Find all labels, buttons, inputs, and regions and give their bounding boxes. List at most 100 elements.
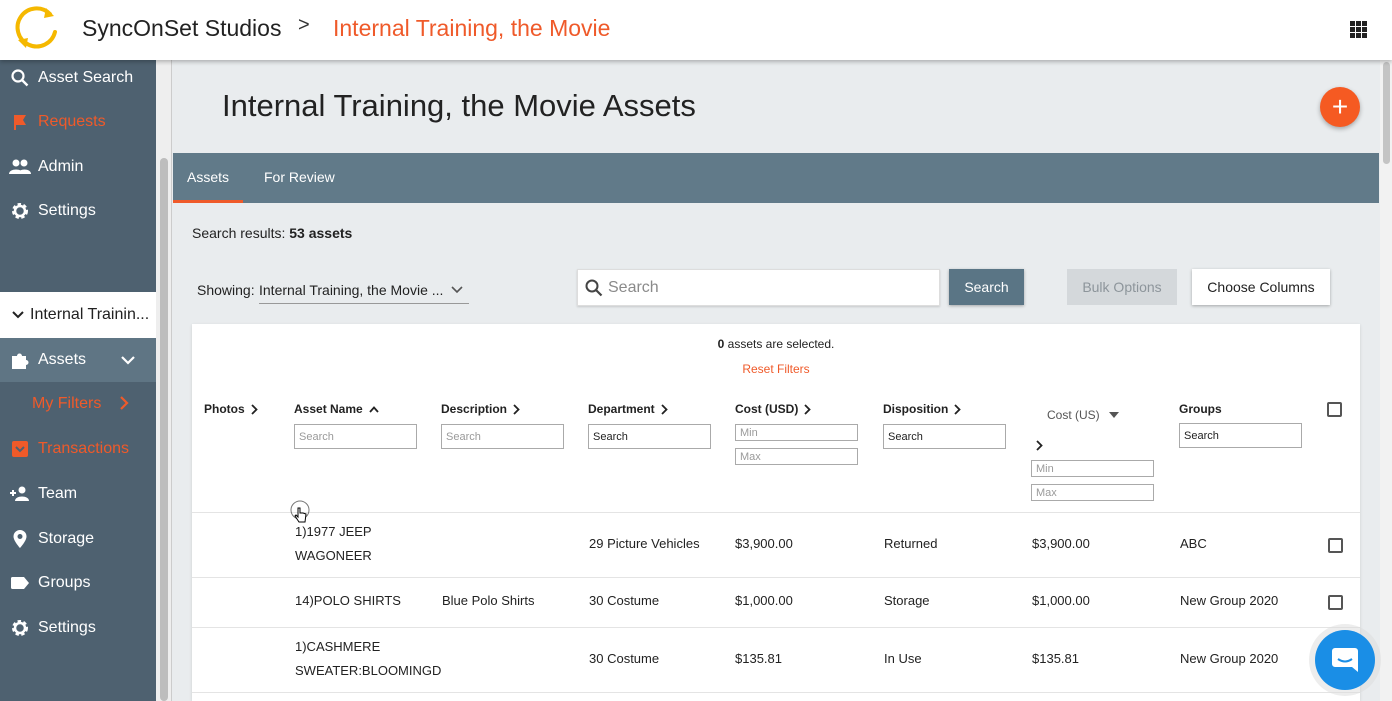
top-bar: SyncOnSet Studios > Internal Training, t… [0, 0, 1392, 60]
tab-assets[interactable]: Assets [173, 153, 244, 203]
column-label: Description [441, 402, 508, 416]
choose-columns-button[interactable]: Choose Columns [1192, 269, 1330, 305]
sidebar-item-team[interactable]: Team [0, 472, 156, 516]
showing-label: Showing: [197, 282, 255, 298]
column-label: Department [588, 402, 655, 416]
select-all-checkbox[interactable] [1327, 402, 1342, 417]
disposition-filter-input[interactable] [883, 424, 1006, 449]
department-filter-input[interactable] [588, 424, 711, 449]
cell-asset-name[interactable]: 1)CASHMERE SWEATER:BLOOMINGD [295, 635, 441, 683]
sidebar-item-label: Storage [38, 530, 95, 547]
column-label: Cost (USD) [735, 402, 799, 416]
search-icon [9, 67, 31, 89]
apps-grid-icon[interactable] [1350, 21, 1367, 38]
sidebar-item-settings[interactable]: Settings [0, 189, 156, 233]
chevron-right-icon [120, 396, 129, 415]
asset-search-input[interactable] [608, 276, 928, 300]
sidebar-item-project-settings[interactable]: Settings [0, 606, 156, 650]
asset-name-filter-input[interactable] [294, 424, 417, 449]
column-header-description[interactable]: Description [441, 402, 520, 416]
chevron-right-icon [954, 403, 962, 415]
sidebar-item-my-filters[interactable]: My Filters [0, 382, 156, 426]
cost-usd-min-input[interactable] [735, 424, 858, 441]
cell-groups: New Group 2020 [1180, 651, 1279, 666]
hand-cursor-icon [290, 500, 310, 523]
cell-cost-usd: $3,900.00 [735, 536, 793, 551]
cell-cost-us: $3,900.00 [1032, 536, 1090, 551]
description-filter-input[interactable] [441, 424, 564, 449]
cell-asset-name[interactable]: 14)POLO SHIRTS [295, 589, 401, 613]
column-header-cost-us[interactable]: Cost (US) [1047, 408, 1119, 422]
project-name-link[interactable]: Internal Training, the Movie [333, 15, 610, 42]
showing-select[interactable]: Internal Training, the Movie ... [259, 278, 469, 304]
sidebar-scrollbar-thumb[interactable] [160, 158, 168, 701]
column-label: Photos [204, 402, 245, 416]
caret-down-icon [1108, 412, 1119, 418]
chevron-right-icon [804, 403, 812, 415]
groups-filter-input[interactable] [1179, 423, 1302, 448]
cell-department: 29 Picture Vehicles [589, 536, 700, 551]
asset-name-line: WAGONEER [295, 548, 372, 563]
chevron-right-icon [513, 403, 520, 415]
sidebar-project-toggle[interactable]: Internal Trainin... [0, 292, 156, 338]
cost-usd-max-input[interactable] [735, 448, 858, 465]
cost-us-max-input[interactable] [1031, 484, 1154, 501]
sidebar: Asset Search Requests Admin Settings Int… [0, 60, 156, 701]
row-divider [192, 577, 1360, 578]
tab-for-review[interactable]: For Review [250, 153, 349, 203]
row-select-checkbox[interactable] [1328, 595, 1343, 610]
cell-asset-name[interactable]: 1)1977 JEEP WAGONEER [295, 520, 372, 568]
org-name-link[interactable]: SyncOnSet Studios [82, 15, 281, 42]
puzzle-icon [9, 349, 31, 371]
column-header-disposition[interactable]: Disposition [883, 402, 962, 416]
column-header-asset-name[interactable]: Asset Name [294, 402, 379, 416]
cost-us-min-input[interactable] [1031, 460, 1154, 477]
sidebar-item-transactions[interactable]: Transactions [0, 427, 156, 471]
reset-filters-link[interactable]: Reset Filters [192, 362, 1360, 376]
cell-cost-us: $1,000.00 [1032, 593, 1090, 608]
column-header-cost-usd[interactable]: Cost (USD) [735, 402, 812, 416]
chevron-down-icon[interactable] [121, 352, 135, 370]
asset-name-line: 1)CASHMERE [295, 639, 381, 654]
add-asset-button[interactable]: + [1320, 87, 1360, 127]
sidebar-item-label: Transactions [38, 440, 129, 457]
selection-status: 0 assets are selected. [192, 337, 1360, 351]
cell-department: 30 Costume [589, 593, 660, 608]
syncoset-logo-icon[interactable] [12, 4, 62, 52]
sidebar-item-label: Admin [38, 158, 84, 175]
sidebar-item-admin[interactable]: Admin [0, 145, 156, 189]
row-select-checkbox[interactable] [1328, 538, 1343, 553]
bulk-options-button[interactable]: Bulk Options [1067, 269, 1177, 305]
column-label: Disposition [883, 402, 949, 416]
cell-disposition: In Use [884, 651, 922, 666]
column-header-photos[interactable]: Photos [204, 402, 258, 416]
asset-search-box [577, 269, 940, 306]
location-pin-icon [9, 528, 31, 550]
selected-text: assets are selected. [727, 337, 835, 351]
sidebar-item-groups[interactable]: Groups [0, 561, 156, 605]
cell-groups: ABC [1180, 536, 1207, 551]
chevron-right-icon[interactable] [1036, 440, 1043, 451]
sidebar-item-asset-search[interactable]: Asset Search [0, 56, 156, 100]
sidebar-item-requests[interactable]: Requests [0, 100, 156, 144]
sidebar-item-label: My Filters [32, 395, 102, 412]
search-button[interactable]: Search [949, 269, 1024, 305]
sidebar-item-label: Assets [38, 351, 87, 368]
sidebar-project-label: Internal Trainin... [30, 306, 150, 323]
sidebar-item-label: Asset Search [38, 69, 134, 86]
cell-groups: New Group 2020 [1180, 593, 1279, 608]
assets-table: 0 assets are selected. Reset Filters Pho… [192, 324, 1360, 701]
search-results-summary: Search results: 53 assets [192, 225, 352, 241]
column-header-department[interactable]: Department [588, 402, 668, 416]
search-icon [585, 279, 603, 302]
main-scrollbar-thumb[interactable] [1383, 62, 1390, 164]
column-label: Cost (US) [1047, 408, 1100, 422]
chat-support-button[interactable] [1315, 630, 1375, 690]
sidebar-item-storage[interactable]: Storage [0, 517, 156, 561]
chevron-right-icon [661, 403, 668, 415]
column-label: Groups [1179, 402, 1222, 416]
sidebar-item-assets[interactable]: Assets [0, 338, 156, 382]
column-header-groups[interactable]: Groups [1179, 402, 1222, 416]
sidebar-item-label: Settings [38, 619, 96, 636]
cell-cost-us: $135.81 [1032, 651, 1079, 666]
